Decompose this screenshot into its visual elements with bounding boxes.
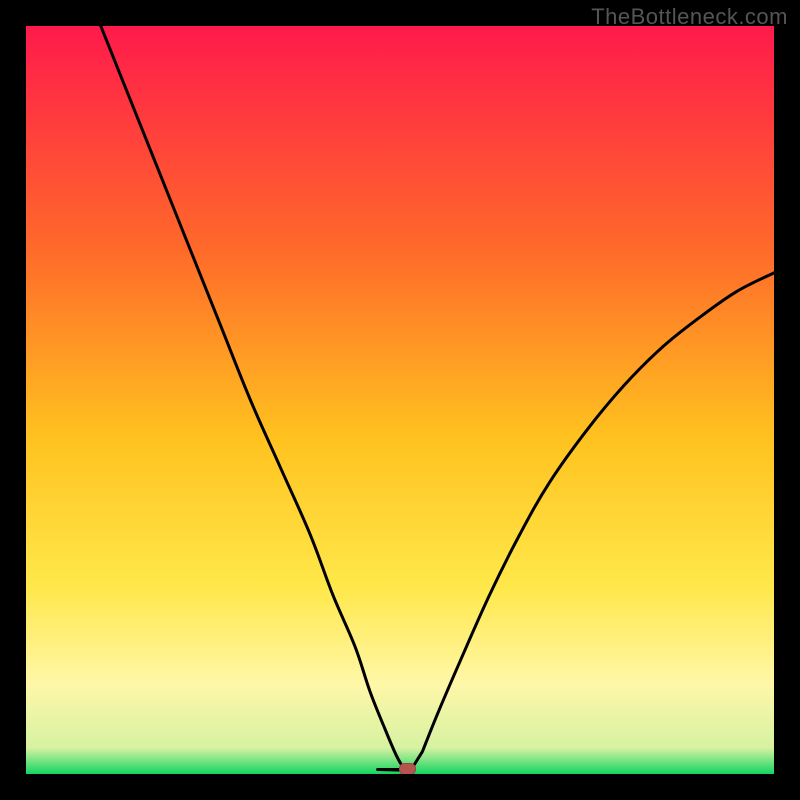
chart-frame: TheBottleneck.com bbox=[0, 0, 800, 800]
optimal-point-marker bbox=[399, 764, 415, 774]
plot-area bbox=[26, 26, 774, 774]
chart-svg bbox=[26, 26, 774, 774]
gradient-background bbox=[26, 26, 774, 774]
